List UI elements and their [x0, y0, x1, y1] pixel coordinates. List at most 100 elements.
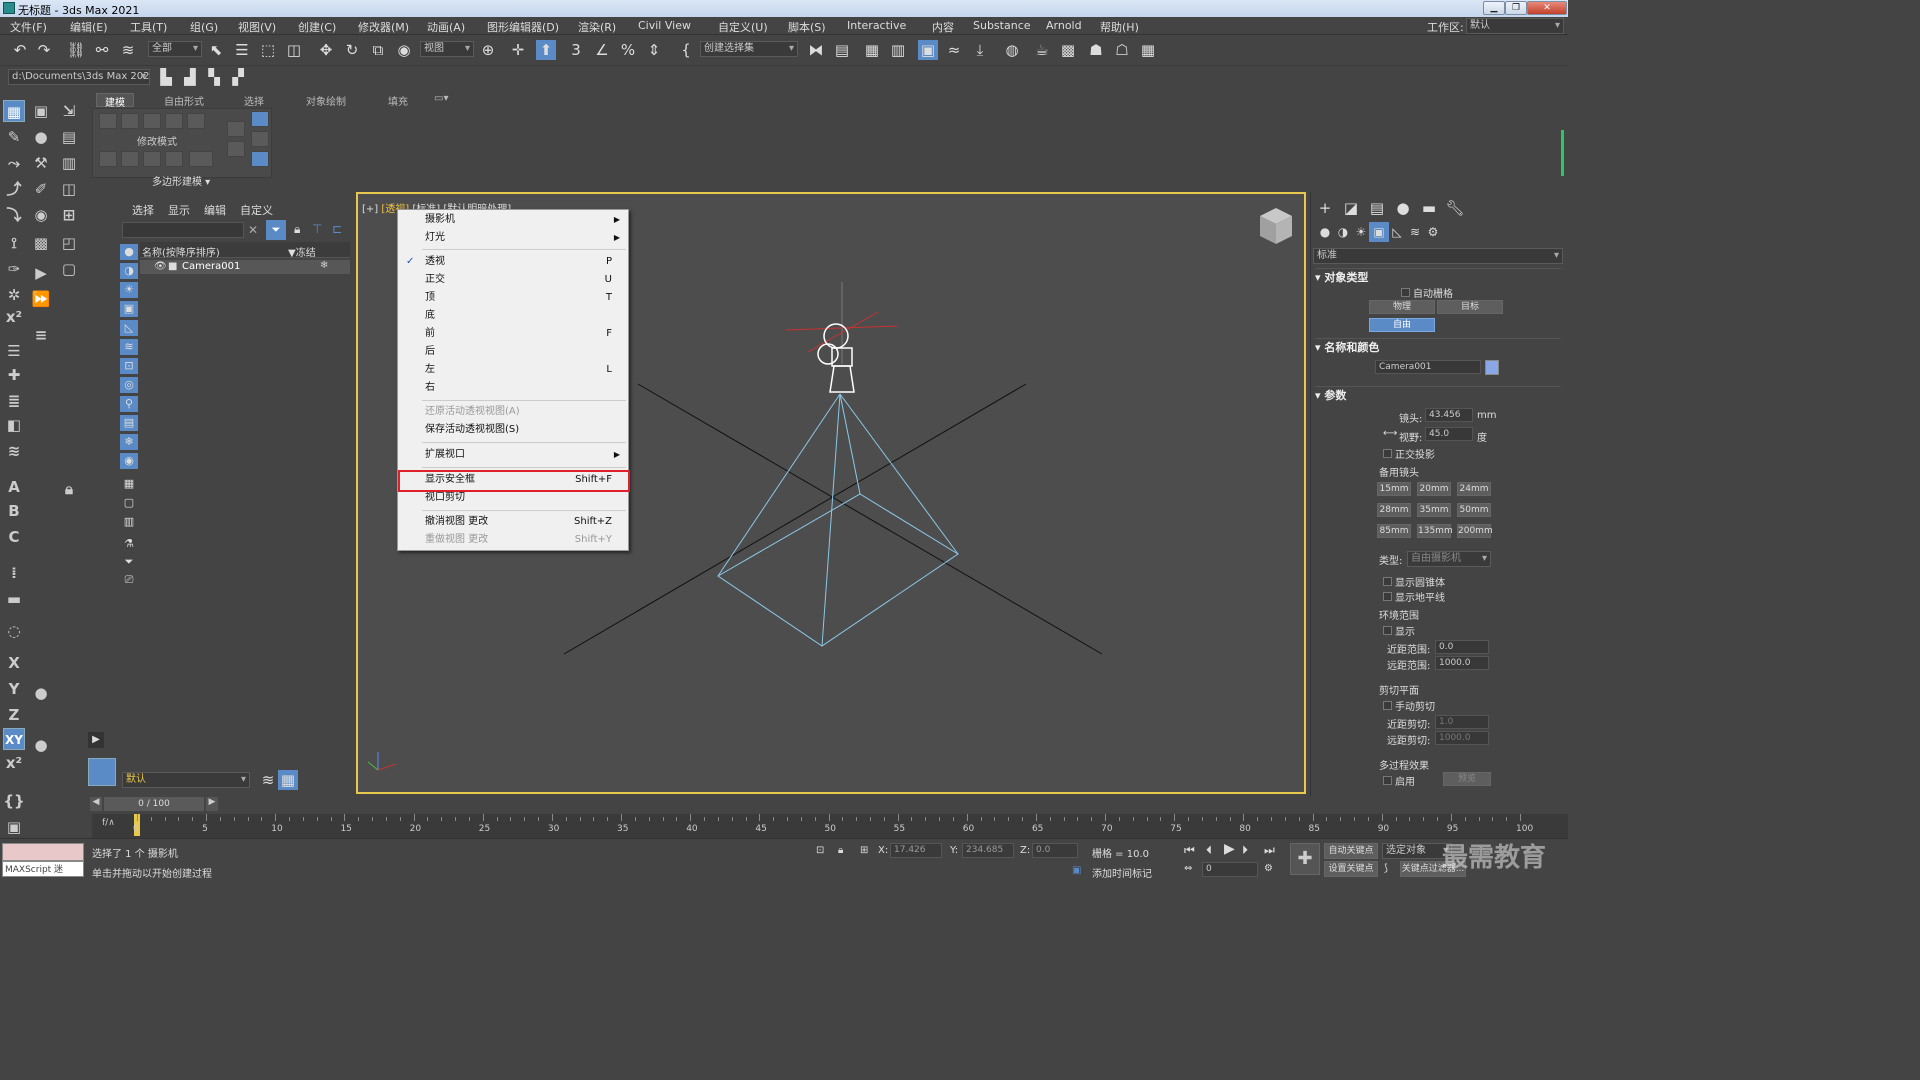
ribbon-tab-object-paint[interactable]: 对象绘制 [306, 93, 346, 108]
material-editor-icon[interactable]: ◍ [1002, 40, 1022, 60]
ribbon-btn-15[interactable] [251, 151, 269, 167]
funnel-icon[interactable]: ⏷ [120, 554, 138, 570]
filter-containers-icon[interactable]: ▤ [120, 415, 138, 431]
lt-cube-icon[interactable]: ◫ [58, 178, 80, 200]
set-key-button[interactable]: 设置关键点 [1324, 861, 1378, 877]
menu-item-right[interactable]: 右 [398, 379, 628, 397]
menu-scripting[interactable]: 脚本(S) [788, 19, 826, 35]
explorer-tab-display[interactable]: 显示 [168, 202, 190, 218]
time-slider-thumb[interactable]: 0 / 100 [104, 797, 204, 811]
render-production-icon[interactable]: ☗ [1086, 40, 1106, 60]
key-filter-icon[interactable]: ⟆ [1384, 863, 1388, 874]
render-setup-icon[interactable]: ☕ [1032, 40, 1052, 60]
find-icon[interactable]: ⚗ [120, 536, 138, 552]
motion-tab-icon[interactable]: ● [1393, 198, 1413, 218]
pen-tool-icon[interactable]: ✑ [3, 258, 25, 280]
lt-mode-icon[interactable]: ⇲ [58, 100, 80, 122]
ribbon-tab-modeling[interactable]: 建模 [96, 93, 134, 109]
visibility-eye-icon[interactable]: 👁︎ [154, 261, 167, 272]
prev-frame-icon[interactable]: ◀ [90, 797, 102, 811]
ribbon-btn-4[interactable] [165, 113, 183, 129]
ribbon-btn-9[interactable] [165, 151, 183, 167]
ortho-checkbox[interactable] [1383, 449, 1392, 458]
filter-geometry-icon[interactable]: ● [120, 244, 138, 260]
freeze-toggle-icon[interactable]: ❄ [320, 260, 328, 271]
display-none-icon[interactable]: ▢ [120, 495, 138, 511]
lens-35mm-button[interactable]: 35mm [1417, 503, 1451, 517]
select-icon[interactable]: ▦ [3, 100, 25, 122]
toggle-ribbon-icon[interactable]: ▥ [888, 40, 908, 60]
filter-groups-icon[interactable]: ⊡ [120, 358, 138, 374]
explorer-tab-edit[interactable]: 编辑 [204, 202, 226, 218]
create-tab-icon[interactable]: + [1315, 198, 1335, 218]
filter-helpers-icon[interactable]: ◺ [120, 320, 138, 336]
ribbon-btn-13[interactable] [251, 111, 269, 127]
lock-selection-icon[interactable]: 🔒︎ [294, 222, 300, 237]
minimize-button[interactable]: ▁ [1483, 1, 1505, 15]
time-config-icon[interactable]: ⚙ [1264, 863, 1273, 874]
render-online-icon[interactable]: ▦ [1138, 40, 1158, 60]
auto-key-button[interactable]: 自动关键点 [1324, 843, 1378, 859]
modify-tab-icon[interactable]: ◪ [1341, 198, 1361, 218]
ribbon-btn-1[interactable] [99, 113, 117, 129]
menu-create[interactable]: 创建(C) [298, 19, 336, 35]
selection-lock-icon[interactable]: 🔒︎ [838, 845, 843, 856]
menu-rendering[interactable]: 渲染(R) [578, 19, 616, 35]
curve-editor-icon[interactable]: ≈ [944, 40, 964, 60]
goto-start-icon[interactable]: ⏮ [1184, 843, 1195, 858]
menu-file[interactable]: 文件(F) [10, 19, 47, 35]
utilities-tab-icon[interactable]: 🔧︎ [1445, 198, 1465, 218]
menu-graph-editors[interactable]: 图形编辑器(D) [487, 19, 559, 35]
filter-spacewarps-icon[interactable]: ≋ [120, 339, 138, 355]
near-range-input[interactable]: 0.0 [1435, 640, 1489, 654]
ribbon-btn-3[interactable] [143, 113, 161, 129]
axis-z-icon[interactable]: Z [3, 704, 25, 726]
lt-grid-icon[interactable]: ⊞ [58, 204, 80, 226]
menu-item-orthographic[interactable]: 正交 U [398, 271, 628, 289]
layer-sort-icon[interactable]: ⊏ [332, 222, 342, 236]
select-by-name-icon[interactable]: ☰ [232, 40, 252, 60]
menu-modifiers[interactable]: 修改器(M) [358, 19, 409, 35]
viewcube-icon[interactable] [1256, 204, 1296, 248]
menu-animation[interactable]: 动画(A) [427, 19, 465, 35]
ribbon-btn-14[interactable] [251, 131, 269, 147]
rotate-icon[interactable]: ↻ [342, 40, 362, 60]
close-button[interactable]: ✕ [1527, 1, 1567, 15]
maxscript-input[interactable] [2, 843, 84, 861]
lights-cat-icon[interactable]: ☀ [1351, 222, 1371, 242]
xsup-icon[interactable]: x² [3, 306, 25, 328]
unlink-icon[interactable]: ⚯ [92, 40, 112, 60]
ribbon-btn-10[interactable] [189, 151, 213, 167]
menu-customize[interactable]: 自定义(U) [718, 19, 768, 35]
far-range-input[interactable]: 1000.0 [1435, 656, 1489, 670]
key-mode-icon[interactable]: ⇔ [1184, 863, 1192, 874]
explorer-column-header[interactable]: 名称(按降序排序) ▼冻结 [140, 242, 350, 259]
ribbon-btn-5[interactable] [187, 113, 205, 129]
fov-input[interactable]: 45.0 [1425, 427, 1473, 441]
display-all-icon[interactable]: ▦ [120, 476, 138, 492]
free-camera-button[interactable]: 自由 [1369, 318, 1435, 332]
ribbon-tab-populate[interactable]: 填充 [388, 93, 408, 108]
ribbon-btn-11[interactable] [227, 121, 245, 137]
stack2-icon[interactable]: ≋ [3, 440, 25, 462]
layers-stack-icon[interactable]: ≣ [3, 390, 25, 412]
spacewarps-cat-icon[interactable]: ≋ [1405, 222, 1425, 242]
xsup2-icon[interactable]: x² [3, 752, 25, 774]
current-frame-input[interactable]: 0 [1202, 862, 1258, 877]
physical-camera-button[interactable]: 物理 [1369, 300, 1435, 314]
show-cone-checkbox[interactable] [1383, 577, 1392, 586]
menu-help[interactable]: 帮助(H) [1100, 19, 1139, 35]
pin-tool-icon[interactable]: ✲ [3, 284, 25, 306]
ribbon-btn-2[interactable] [121, 113, 139, 129]
measure-icon[interactable]: ▬ [3, 588, 25, 610]
display-invert-icon[interactable]: ▥ [120, 514, 138, 530]
clear-search-icon[interactable]: ✕ [248, 222, 262, 238]
menu-arnold[interactable]: Arnold [1046, 19, 1082, 32]
ribbon-tab-selection[interactable]: 选择 [244, 93, 264, 108]
cameras-cat-icon[interactable]: ▣ [1369, 222, 1389, 242]
gray-circle-icon[interactable]: ● [30, 682, 52, 704]
layer-manager-icon[interactable] [88, 758, 116, 786]
layer-explorer-icon[interactable]: ▦ [862, 40, 882, 60]
move-icon[interactable]: ✥ [316, 40, 336, 60]
play-tool-icon[interactable]: ▶ [30, 262, 52, 284]
